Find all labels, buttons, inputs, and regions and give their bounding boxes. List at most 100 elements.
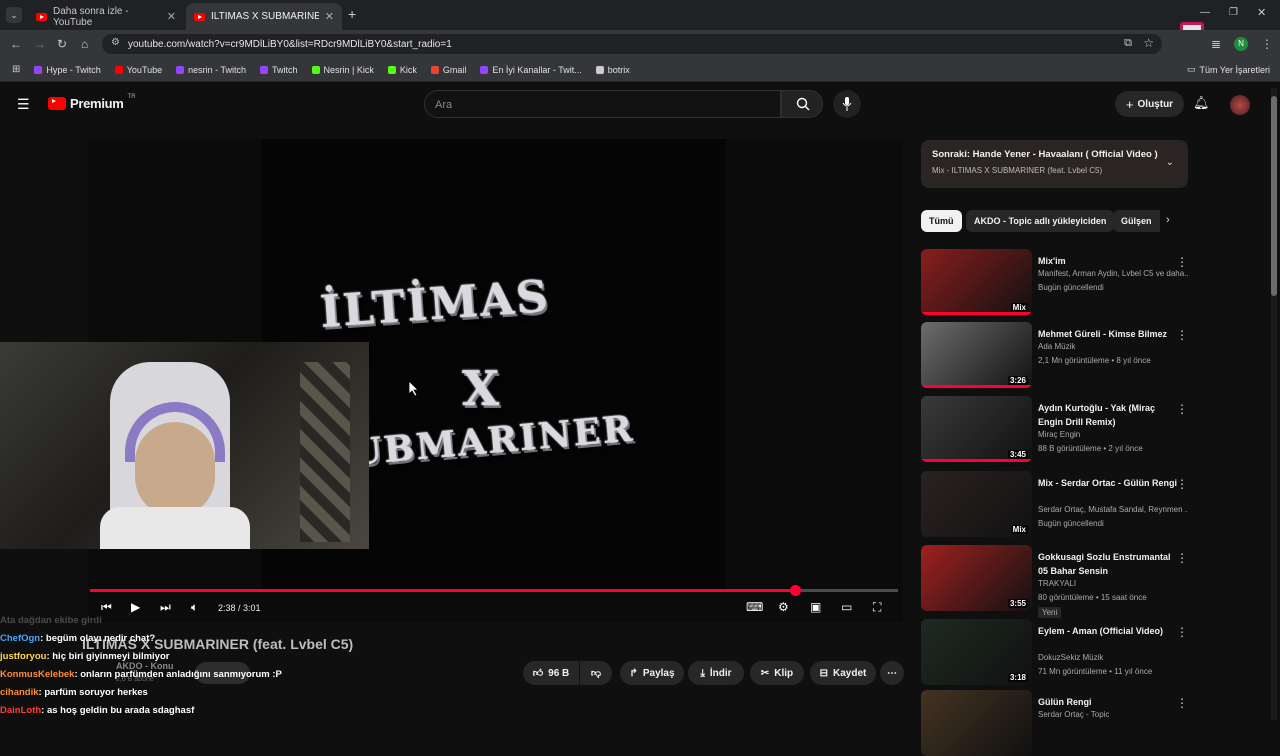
chevron-right-icon[interactable]: › xyxy=(1166,214,1170,226)
related-video-channel[interactable]: Serdar Ortaç - Topic xyxy=(1038,710,1188,719)
minimize-button[interactable]: — xyxy=(1200,7,1210,18)
bookmark-item[interactable]: Hype - Twitch xyxy=(34,64,101,75)
related-video-title[interactable]: Gokkusagi Sozlu Enstrumantal 05 Bahar Se… xyxy=(1038,550,1178,578)
related-video-channel[interactable]: DokuzSekiz Müzik xyxy=(1038,653,1188,662)
hamburger-menu-icon[interactable]: ☰ xyxy=(17,96,30,113)
related-video-item[interactable]: Mix Mix'im Manifest, Arman Aydin, Lvbel C5… xyxy=(921,249,1188,315)
related-video-item[interactable]: Gülün Rengi Serdar Ortaç - Topic ⋮ xyxy=(921,690,1188,756)
reading-list-icon[interactable]: ≣ xyxy=(1211,37,1221,51)
page-scrollbar[interactable] xyxy=(1271,88,1277,720)
related-video-item[interactable]: 3:55 Gokkusagi Sozlu Enstrumantal 05 Baha… xyxy=(921,545,1188,618)
video-thumbnail[interactable]: 3:26 xyxy=(921,322,1032,388)
theater-mode-icon[interactable]: ▭ xyxy=(841,600,852,614)
related-video-channel[interactable]: Manifest, Arman Aydin, Lvbel C5 ve daha.… xyxy=(1038,269,1188,278)
related-video-title[interactable]: Mix'im xyxy=(1038,254,1178,268)
video-thumbnail[interactable]: Mix xyxy=(921,249,1032,315)
related-video-item[interactable]: 3:45 Aydın Kurtoğlu - Yak (Miraç Engin Dr… xyxy=(921,396,1188,462)
search-button[interactable] xyxy=(781,90,823,118)
related-video-channel[interactable]: Ada Müzik xyxy=(1038,342,1188,351)
voice-search-button[interactable] xyxy=(833,90,861,118)
share-button[interactable]: ↱ Paylaş xyxy=(620,661,684,685)
video-thumbnail[interactable]: Mix xyxy=(921,471,1032,537)
download-button[interactable]: ⤓ İndir xyxy=(688,661,744,685)
related-video-title[interactable]: Mix - Serdar Ortac - Gülün Rengi xyxy=(1038,476,1178,490)
more-options-icon[interactable]: ⋮ xyxy=(1176,696,1188,710)
related-video-item[interactable]: Mix Mix - Serdar Ortac - Gülün Rengi Serda… xyxy=(921,471,1188,537)
forward-icon[interactable]: → xyxy=(34,37,46,51)
back-icon[interactable]: ← xyxy=(10,37,22,51)
save-button[interactable]: ⊟ Kaydet xyxy=(810,661,876,685)
bookmark-item[interactable]: En İyi Kanallar - Twit... xyxy=(480,65,582,75)
fullscreen-icon[interactable]: ⛶ xyxy=(873,600,881,615)
browser-menu-icon[interactable]: ⋮ xyxy=(1261,37,1273,51)
bookmark-item[interactable]: YouTube xyxy=(114,65,162,75)
bookmark-item[interactable]: nesrin - Twitch xyxy=(176,65,246,75)
up-next-card[interactable]: Sonraki: Hande Yener - Havaalanı ( Offic… xyxy=(921,140,1188,188)
bookmark-item[interactable]: Gmail xyxy=(430,65,466,75)
dislike-button[interactable]: 👎︎ xyxy=(580,661,612,685)
chevron-down-icon[interactable]: ⌄ xyxy=(1166,157,1174,168)
profile-avatar[interactable]: N xyxy=(1234,37,1248,51)
search-input[interactable]: Ara xyxy=(424,90,781,118)
chat-message: DainLoth: as hoş geldin bu arada sdaghas… xyxy=(0,702,330,720)
close-tab-icon[interactable]: ✕ xyxy=(325,10,334,23)
more-options-icon[interactable]: ⋮ xyxy=(1176,328,1188,342)
bookmark-favicon-icon xyxy=(430,65,439,74)
related-video-title[interactable]: Gülün Rengi xyxy=(1038,695,1178,709)
youtube-premium-logo[interactable]: Premium TR xyxy=(48,94,136,111)
bookmark-item[interactable]: Kick xyxy=(387,65,417,75)
more-options-icon[interactable]: ⋮ xyxy=(1176,255,1188,269)
home-icon[interactable]: ⌂ xyxy=(81,37,88,51)
site-info-icon[interactable]: ⚙ xyxy=(111,37,120,48)
video-thumbnail[interactable]: 3:55 xyxy=(921,545,1032,611)
video-thumbnail[interactable]: 3:18 xyxy=(921,619,1032,685)
account-avatar[interactable] xyxy=(1230,95,1250,115)
related-video-title[interactable]: Mehmet Güreli - Kimse Bilmez xyxy=(1038,327,1178,341)
related-video-channel[interactable]: TRAKYALI xyxy=(1038,579,1188,588)
scrollbar-thumb[interactable] xyxy=(1271,96,1277,296)
more-options-icon[interactable]: ⋮ xyxy=(1176,625,1188,639)
bookmark-item[interactable]: Nesrin | Kick xyxy=(311,65,374,75)
related-video-item[interactable]: 3:18 Eylem - Aman (Official Video) DokuzSe… xyxy=(921,619,1188,685)
close-window-button[interactable]: ✕ xyxy=(1257,6,1266,19)
more-options-icon[interactable]: ⋮ xyxy=(1176,551,1188,565)
maximize-button[interactable]: ❐ xyxy=(1229,7,1238,18)
tab-watch-later[interactable]: Daha sonra izle - YouTube ✕ xyxy=(28,3,184,30)
chip-all[interactable]: Tümü xyxy=(921,210,962,232)
like-button[interactable]: 👍︎ 96 B xyxy=(523,661,579,685)
close-tab-icon[interactable]: ✕ xyxy=(167,10,176,23)
reload-icon[interactable]: ↻ xyxy=(57,37,67,51)
notifications-bell-icon[interactable]: 🔔︎ xyxy=(1193,95,1210,111)
chip-gulsen[interactable]: Gülşen xyxy=(1113,210,1160,232)
related-video-channel[interactable]: Miraç Engin xyxy=(1038,430,1188,439)
bookmark-item[interactable]: botrix xyxy=(595,65,630,75)
bookmark-label: Hype - Twitch xyxy=(46,64,101,75)
chat-text: : parfüm soruyor herkes xyxy=(38,687,148,698)
install-app-icon[interactable]: ⧉ xyxy=(1124,37,1132,50)
tab-label: Daha sonra izle - YouTube xyxy=(53,5,129,28)
like-count: 96 B xyxy=(548,667,570,679)
address-bar[interactable]: ⚙ youtube.com/watch?v=cr9MDlLiBY0&list=R… xyxy=(102,34,1162,54)
apps-grid-icon[interactable]: ⊞ xyxy=(12,64,20,75)
more-options-icon[interactable]: ⋮ xyxy=(1176,402,1188,416)
bookmark-item[interactable]: Twitch xyxy=(259,65,298,75)
video-thumbnail[interactable] xyxy=(921,690,1032,756)
more-actions-button[interactable]: ⋯ xyxy=(880,661,904,685)
tab-search-button[interactable]: ⌄ xyxy=(6,7,22,23)
bookmark-star-icon[interactable]: ☆ xyxy=(1143,36,1154,50)
related-video-title[interactable]: Aydın Kurtoğlu - Yak (Miraç Engin Drill … xyxy=(1038,401,1178,429)
video-thumbnail[interactable]: 3:45 xyxy=(921,396,1032,462)
clip-button[interactable]: ✂ Klip xyxy=(750,661,804,685)
create-button[interactable]: + Oluştur xyxy=(1115,91,1184,117)
related-video-title[interactable]: Eylem - Aman (Official Video) xyxy=(1038,624,1178,638)
settings-gear-icon[interactable]: ⚙︎ xyxy=(778,600,789,614)
more-options-icon[interactable]: ⋮ xyxy=(1176,477,1188,491)
new-tab-button[interactable]: + xyxy=(348,6,356,22)
miniplayer-icon[interactable]: ▣ xyxy=(810,600,821,614)
related-video-channel[interactable]: Serdar Ortaç, Mustafa Sandal, Reynmen ..… xyxy=(1038,505,1188,514)
related-video-item[interactable]: 3:26 Mehmet Güreli - Kimse Bilmez Ada Müzi… xyxy=(921,322,1188,388)
all-bookmarks-folder[interactable]: ▭ Tüm Yer İşaretleri xyxy=(1187,64,1270,75)
subtitles-icon[interactable]: ⌨︎ xyxy=(746,600,763,614)
chip-from-uploader[interactable]: AKDO - Topic adlı yükleyiciden xyxy=(966,210,1115,232)
tab-current-video[interactable]: ILTIMAS X SUBMARINER (feat. L ✕ xyxy=(186,3,342,30)
